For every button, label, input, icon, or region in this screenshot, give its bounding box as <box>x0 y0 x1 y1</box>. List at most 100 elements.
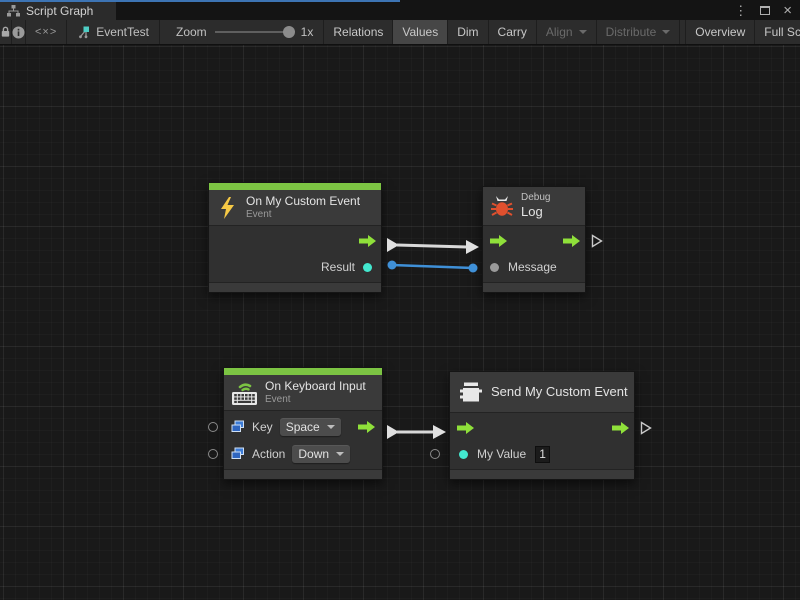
port-row: My Value <box>450 441 634 467</box>
action-setting-label: Action <box>252 447 285 461</box>
message-value-port[interactable] <box>490 263 499 272</box>
key-setting-label: Key <box>252 420 273 434</box>
edit-code-button[interactable]: <×> <box>26 20 67 44</box>
overview-button[interactable]: Overview <box>685 20 755 44</box>
flow-output-port[interactable] <box>358 421 375 433</box>
node-body: Key Space <box>224 411 382 469</box>
lock-icon <box>0 26 11 38</box>
maximize-icon[interactable] <box>760 6 770 15</box>
node-header: Debug Log <box>483 187 585 226</box>
node-surtitle: Debug <box>521 192 550 204</box>
distribute-dropdown[interactable]: Distribute <box>597 20 681 44</box>
my-value-label: My Value <box>477 447 526 461</box>
chevron-down-icon <box>336 452 344 456</box>
flow-input-port[interactable] <box>490 235 507 247</box>
graph-canvas[interactable]: On My Custom Event Event Result <box>0 45 800 600</box>
node-footer <box>209 282 381 292</box>
flow-output-port[interactable] <box>612 422 629 434</box>
port-row <box>483 228 585 254</box>
zoom-slider-track <box>215 31 293 33</box>
key-dropdown[interactable]: Space <box>280 418 341 436</box>
flow-continuation-icon <box>591 234 603 248</box>
flow-continuation-icon <box>640 421 652 435</box>
dim-button[interactable]: Dim <box>448 20 488 44</box>
chevron-down-icon <box>327 425 335 429</box>
script-graph-window: Script Graph ⋮ × <box>0 0 800 600</box>
tab-script-graph[interactable]: Script Graph <box>0 0 116 20</box>
code-icon: <×> <box>35 26 57 38</box>
lock-button[interactable] <box>0 20 12 44</box>
result-value-port[interactable] <box>363 263 372 272</box>
message-port-label: Message <box>508 260 557 274</box>
setting-row-key: Key Space <box>224 413 382 440</box>
unconnected-port-circle[interactable] <box>430 449 440 459</box>
action-dropdown[interactable]: Down <box>292 445 350 463</box>
node-body: My Value <box>450 413 634 469</box>
node-send-my-custom-event[interactable]: Send My Custom Event <box>449 371 635 480</box>
wire-flow-customevent-to-log[interactable] <box>387 238 479 254</box>
flow-output-port[interactable] <box>359 235 376 247</box>
keyboard-icon <box>231 380 258 406</box>
zoom-control: Zoom 1x <box>160 20 324 44</box>
node-on-keyboard-input[interactable]: On Keyboard Input Event Key Space <box>223 367 383 480</box>
tab-title: Script Graph <box>26 4 93 18</box>
chevron-down-icon <box>579 30 587 34</box>
values-button[interactable]: Values <box>393 20 448 44</box>
port-row: Message <box>483 254 585 280</box>
node-footer <box>450 469 634 479</box>
titlebar: Script Graph ⋮ × <box>0 0 800 20</box>
flow-output-port[interactable] <box>563 235 580 247</box>
hierarchy-icon <box>7 5 20 17</box>
node-title: On My Custom Event <box>246 194 360 209</box>
zoom-slider[interactable] <box>215 26 293 38</box>
event-accent-bar <box>224 368 382 375</box>
my-value-input[interactable] <box>535 446 550 463</box>
node-header: On Keyboard Input Event <box>224 375 382 411</box>
focus-highlight-line <box>0 0 400 2</box>
flow-input-port[interactable] <box>457 422 474 434</box>
my-value-port[interactable] <box>459 450 468 459</box>
relations-button[interactable]: Relations <box>324 20 393 44</box>
node-subtitle: Event <box>265 394 366 406</box>
result-port-label: Result <box>321 260 355 274</box>
event-accent-bar <box>209 183 381 190</box>
port-row: Result <box>209 254 381 280</box>
node-header: Send My Custom Event <box>450 372 634 413</box>
graph-toolbar: <×> EventTest Zoom 1x Relations <box>0 20 800 45</box>
window-controls: ⋮ × <box>734 0 792 20</box>
zoom-slider-handle[interactable] <box>283 26 295 38</box>
align-dropdown[interactable]: Align <box>537 20 597 44</box>
node-subtitle: Event <box>246 209 360 221</box>
node-footer <box>483 282 585 292</box>
key-dropdown-value: Space <box>286 420 320 434</box>
bug-icon <box>491 195 513 218</box>
node-title: Log <box>521 204 550 220</box>
close-icon[interactable]: × <box>783 3 792 18</box>
node-title: On Keyboard Input <box>265 379 366 394</box>
zoom-label: Zoom <box>176 25 207 39</box>
wire-flow-keyboard-to-sendevent[interactable] <box>387 425 446 439</box>
graph-breadcrumb[interactable]: EventTest <box>67 20 160 44</box>
unconnected-port-circle[interactable] <box>208 449 218 459</box>
info-icon <box>12 26 25 39</box>
node-header: On My Custom Event Event <box>209 190 381 226</box>
carry-button[interactable]: Carry <box>489 20 537 44</box>
chevron-down-icon <box>662 30 670 34</box>
fullscreen-button[interactable]: Full Screen <box>755 20 800 44</box>
setting-row-action: Action Down <box>224 440 382 467</box>
port-row <box>450 415 634 441</box>
wire-value-result-to-message[interactable] <box>388 261 478 273</box>
graph-name: EventTest <box>96 25 149 39</box>
node-on-my-custom-event[interactable]: On My Custom Event Event Result <box>208 182 382 293</box>
graph-asset-icon <box>77 26 90 39</box>
action-dropdown-value: Down <box>298 447 329 461</box>
node-debug-log[interactable]: Debug Log Mess <box>482 186 586 293</box>
inspect-button[interactable] <box>12 20 26 44</box>
lightning-icon <box>216 196 238 220</box>
unconnected-port-circle[interactable] <box>208 422 218 432</box>
node-title: Send My Custom Event <box>491 384 628 400</box>
custom-event-icon <box>458 380 483 404</box>
menu-dots-icon[interactable]: ⋮ <box>734 4 747 17</box>
node-footer <box>224 469 382 479</box>
zoom-value: 1x <box>301 25 314 39</box>
